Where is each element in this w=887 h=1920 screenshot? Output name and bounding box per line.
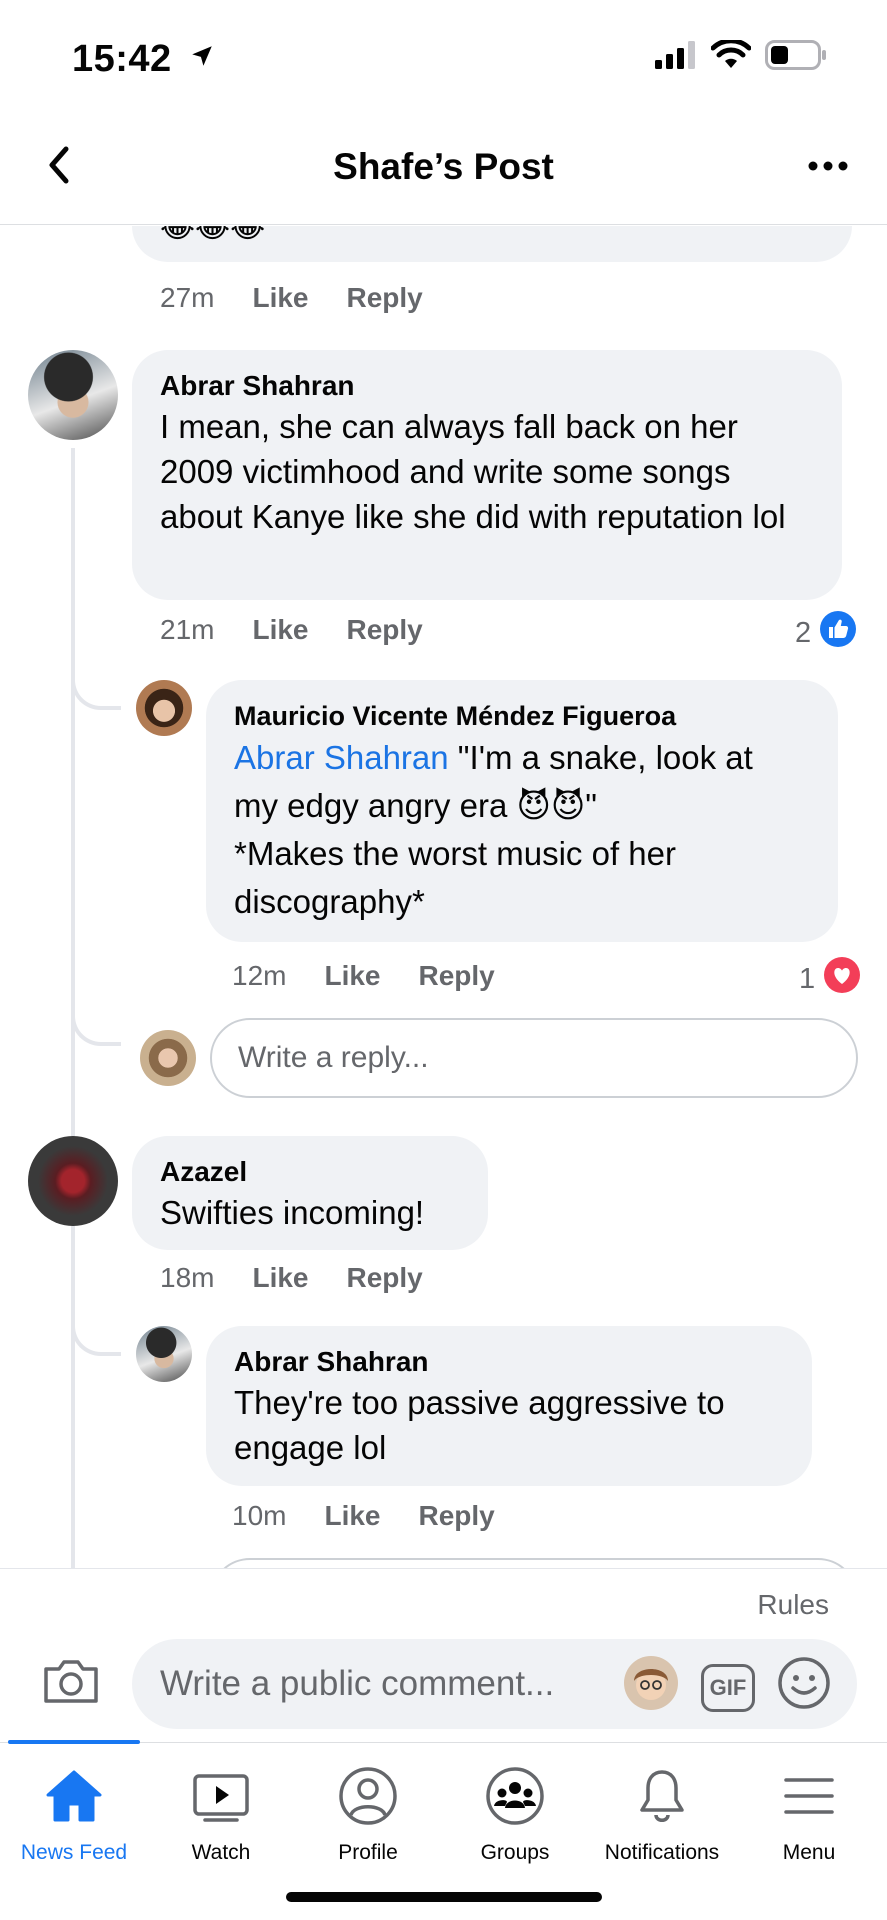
thread-connector bbox=[71, 670, 121, 710]
like-button[interactable]: Like bbox=[324, 1500, 380, 1532]
page-title: Shafe’s Post bbox=[333, 146, 554, 187]
more-options-button[interactable] bbox=[803, 146, 853, 186]
write-reply-placeholder: Write a reply... bbox=[238, 1041, 429, 1074]
comment-emojis: 😂😂😂 bbox=[160, 226, 266, 244]
like-button[interactable]: Like bbox=[252, 282, 308, 314]
comment-author[interactable]: Azazel bbox=[160, 1154, 460, 1190]
comment-meta: 21m Like Reply bbox=[160, 614, 461, 646]
reply-time: 12m bbox=[232, 960, 287, 991]
reaction-count: 2 bbox=[795, 616, 812, 649]
reply-author[interactable]: Abrar Shahran bbox=[234, 1344, 784, 1380]
reply-button[interactable]: Reply bbox=[419, 1500, 495, 1532]
header: Shafe’s Post bbox=[0, 110, 887, 225]
reply-button[interactable]: Reply bbox=[347, 1262, 423, 1294]
status-indicators bbox=[655, 38, 827, 75]
reaction-summary[interactable]: 2 bbox=[795, 610, 857, 656]
tab-label: Profile bbox=[338, 1841, 398, 1864]
groups-icon bbox=[485, 1763, 545, 1829]
tab-watch[interactable]: Watch bbox=[147, 1763, 295, 1883]
reply-button[interactable]: Reply bbox=[347, 282, 423, 314]
like-button[interactable]: Like bbox=[252, 614, 308, 646]
reply-text-line2: my edgy angry era 😈😈" bbox=[234, 787, 597, 824]
tab-news-feed[interactable]: News Feed bbox=[0, 1763, 148, 1883]
reply-text: Abrar Shahran "I'm a snake, look at my e… bbox=[234, 734, 810, 926]
like-button[interactable]: Like bbox=[324, 960, 380, 992]
clock-text: 15:42 bbox=[72, 38, 172, 80]
reply-bubble[interactable]: Mauricio Vicente Méndez Figueroa Abrar S… bbox=[206, 680, 838, 942]
active-tab-indicator bbox=[8, 1740, 140, 1744]
gif-button[interactable]: GIF bbox=[701, 1663, 755, 1712]
watch-icon bbox=[191, 1763, 251, 1829]
reply-bubble[interactable]: Abrar Shahran They're too passive aggres… bbox=[206, 1326, 812, 1486]
like-reaction-icon bbox=[819, 610, 857, 656]
public-comment-placeholder: Write a public comment... bbox=[160, 1664, 555, 1703]
love-reaction-icon bbox=[823, 956, 861, 1002]
comment-bubble-partial[interactable]: 😂😂😂 bbox=[132, 226, 852, 262]
wifi-icon bbox=[710, 38, 752, 75]
comment-author[interactable]: Abrar Shahran bbox=[160, 368, 814, 404]
comment-bubble[interactable]: Azazel Swifties incoming! bbox=[132, 1136, 488, 1250]
tab-notifications[interactable]: Notifications bbox=[588, 1763, 736, 1883]
reply-button[interactable]: Reply bbox=[419, 960, 495, 992]
comment-text: I mean, she can always fall back on her … bbox=[160, 408, 786, 535]
more-dots-icon bbox=[808, 161, 848, 171]
avatar-abrar[interactable] bbox=[28, 350, 118, 440]
tab-label: Watch bbox=[191, 1841, 251, 1864]
comment-time: 18m bbox=[160, 1262, 215, 1293]
avatar-azazel[interactable] bbox=[28, 1136, 118, 1226]
tab-label: Notifications bbox=[604, 1841, 720, 1864]
comment-meta: 18m Like Reply bbox=[160, 1262, 461, 1294]
comment-meta: 27m Like Reply bbox=[160, 282, 461, 314]
comment-composer: Rules Write a public comment... GIF bbox=[0, 1568, 887, 1748]
tab-groups[interactable]: Groups bbox=[441, 1763, 589, 1883]
composer-icons: GIF bbox=[623, 1655, 831, 1720]
status-time: 15:42 bbox=[72, 36, 215, 81]
mention-link[interactable]: Abrar Shahran bbox=[234, 739, 449, 776]
status-bar: 15:42 bbox=[0, 0, 887, 110]
thread-connector bbox=[71, 1006, 121, 1046]
tab-label: Groups bbox=[480, 1841, 550, 1864]
avatar-abrar[interactable] bbox=[136, 1326, 192, 1382]
public-comment-input[interactable]: Write a public comment... GIF bbox=[132, 1639, 857, 1729]
avatar-current-user bbox=[140, 1030, 196, 1086]
thread-connector bbox=[71, 1316, 121, 1356]
camera-button[interactable] bbox=[42, 1657, 102, 1707]
comment-time: 27m bbox=[160, 282, 215, 313]
comment-text: Swifties incoming! bbox=[160, 1194, 425, 1231]
reply-time: 10m bbox=[232, 1500, 287, 1531]
battery-icon bbox=[765, 40, 827, 75]
tab-label: News Feed bbox=[20, 1841, 128, 1864]
tab-profile[interactable]: Profile bbox=[294, 1763, 442, 1883]
reply-author[interactable]: Mauricio Vicente Méndez Figueroa bbox=[234, 698, 810, 734]
location-arrow-icon bbox=[189, 36, 215, 79]
reaction-summary[interactable]: 1 bbox=[799, 956, 861, 1002]
profile-icon bbox=[338, 1763, 398, 1829]
reaction-count: 1 bbox=[799, 962, 816, 995]
tab-label: Menu bbox=[782, 1841, 836, 1864]
rules-link[interactable]: Rules bbox=[757, 1589, 829, 1621]
comments-list: 😂😂😂 27m Like Reply Abrar Shahran I mean,… bbox=[0, 226, 887, 1568]
cellular-signal-icon bbox=[655, 41, 697, 74]
like-button[interactable]: Like bbox=[252, 1262, 308, 1294]
write-reply-input[interactable]: Write a reply... bbox=[210, 1018, 858, 1098]
menu-icon bbox=[782, 1763, 836, 1829]
reply-text-line1: "I'm a snake, look at bbox=[448, 739, 753, 776]
home-icon bbox=[44, 1763, 104, 1829]
thread-line bbox=[71, 1234, 75, 1568]
reply-text-line3: *Makes the worst music of her discograph… bbox=[234, 835, 676, 920]
reply-meta: 10m Like Reply bbox=[232, 1500, 533, 1532]
bell-icon bbox=[634, 1763, 690, 1829]
comment-time: 21m bbox=[160, 614, 215, 645]
avatar-sticker-icon[interactable] bbox=[623, 1655, 679, 1720]
tab-menu[interactable]: Menu bbox=[735, 1763, 883, 1883]
reply-button[interactable]: Reply bbox=[347, 614, 423, 646]
comment-bubble[interactable]: Abrar Shahran I mean, she can always fal… bbox=[132, 350, 842, 600]
avatar-mauricio[interactable] bbox=[136, 680, 192, 736]
reply-meta: 12m Like Reply bbox=[232, 960, 533, 992]
camera-icon bbox=[44, 1660, 98, 1703]
write-reply-input-partial[interactable] bbox=[210, 1558, 858, 1568]
reply-text: They're too passive aggressive to engage… bbox=[234, 1384, 725, 1466]
emoji-icon[interactable] bbox=[777, 1656, 831, 1719]
home-indicator[interactable] bbox=[286, 1892, 602, 1902]
